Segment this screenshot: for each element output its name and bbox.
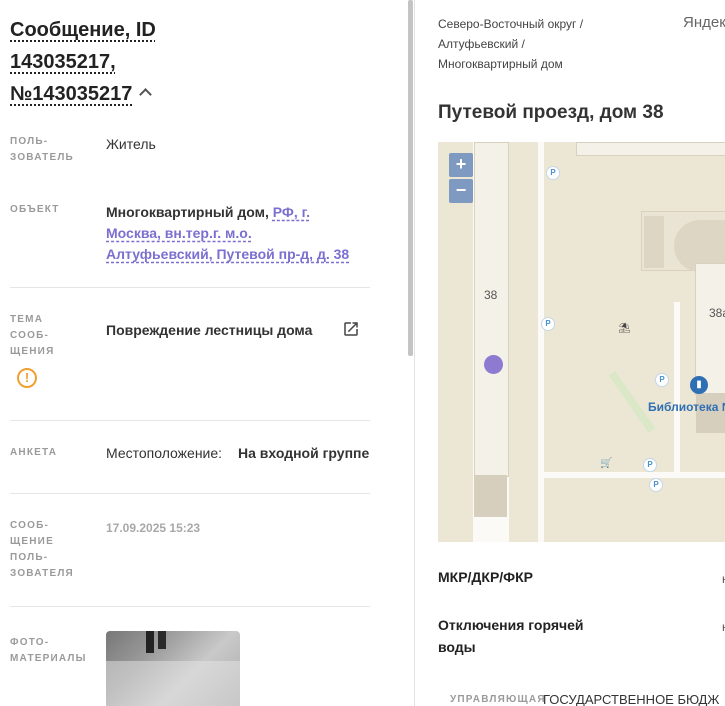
user-value: Житель (106, 136, 156, 152)
location-panel: Северо-Восточный округ / Алтуфьевский / … (415, 0, 725, 706)
topic-label-3: ЩЕНИЯ (10, 346, 55, 357)
map-building-block (474, 475, 507, 517)
photo-figure-leg (158, 631, 166, 649)
survey-value-text: На входной группе (238, 445, 370, 461)
topic-label: ТЕМА СООБ- ЩЕНИЯ (10, 312, 54, 360)
survey-label: АНКЕТА (10, 447, 58, 458)
user-label: ПОЛЬ- ЗОВАТЕЛЬ (10, 134, 74, 166)
topic-value-text: Повреждение лестницы дома (106, 322, 313, 338)
title-line-3: №143035217 (10, 83, 133, 105)
zoom-in-button[interactable]: + (449, 153, 473, 177)
map-road (674, 302, 680, 474)
usermsg-label-4: ЗОВАТЕЛЯ (10, 568, 74, 579)
location-marker[interactable] (484, 355, 503, 374)
user-label-2: ЗОВАТЕЛЬ (10, 152, 74, 163)
external-link-icon[interactable] (342, 320, 360, 338)
map-library-label[interactable]: Библиотека № (648, 400, 725, 414)
parking-icon[interactable]: P (541, 317, 555, 331)
scrollbar[interactable] (408, 0, 413, 356)
topic-value: Повреждение лестницы дома (106, 320, 312, 341)
map-label-38: 38 (484, 288, 498, 302)
photo-thumbnail[interactable] (106, 631, 240, 706)
page-title: Сообщение, ID 143035217, №143035217 (10, 14, 200, 110)
object-value: Многоквартирный дом, РФ, г. Москва, вн.т… (106, 202, 361, 265)
title-line-2: 143035217, (10, 51, 116, 73)
photo-label-1: ФОТО- (10, 637, 50, 648)
map-building-38[interactable] (474, 142, 509, 477)
usermsg-label-1: СООБ- (10, 520, 50, 531)
topic-label-2: СООБ- (10, 330, 50, 341)
management-label: УПРАВЛЯЮЩАЯ (450, 694, 546, 705)
divider (10, 287, 370, 288)
topic-label-1: ТЕМА (10, 314, 44, 325)
photo-label: ФОТО- МАТЕРИАЛЫ (10, 635, 87, 667)
address-title: Путевой проезд, дом 38 (438, 102, 664, 123)
warning-icon: ! (17, 368, 37, 388)
map-road (538, 472, 725, 478)
usermsg-label-2: ЩЕНИЕ (10, 536, 54, 547)
breadcrumb-district[interactable]: Северо-Восточный округ / (438, 17, 583, 31)
title-line-1: Сообщение, ID (10, 19, 156, 41)
breadcrumb-area[interactable]: Алтуфьевский / (438, 37, 525, 51)
map[interactable]: + − 38 38а P P P P P ⛱ 🛒 ▮ Библиотека № (438, 142, 725, 542)
survey-value: На входной группе (238, 443, 369, 464)
user-message-label: СООБ- ЩЕНИЕ ПОЛЬ- ЗОВАТЕЛЯ (10, 518, 74, 582)
breadcrumb: Северо-Восточный округ / Алтуфьевский / … (438, 14, 583, 74)
usermsg-label-3: ПОЛЬ- (10, 552, 49, 563)
map-road (538, 142, 544, 542)
object-label: ОБЪЕКТ (10, 204, 60, 215)
message-panel: Сообщение, ID 143035217, №143035217 ПОЛЬ… (0, 0, 408, 706)
pavilion-icon[interactable]: ⛱ (618, 324, 631, 334)
mkr-label: МКР/ДКР/ФКР (438, 569, 534, 585)
object-prefix: Многоквартирный дом, (106, 204, 269, 220)
photo-floor (106, 661, 240, 706)
survey-key: Местоположение: (106, 445, 223, 461)
yandex-link[interactable]: Яндекс (683, 14, 725, 31)
photo-figure-leg (146, 631, 154, 653)
management-value: ГОСУДАРСТВЕННОЕ БЮДЖ (543, 692, 720, 706)
shop-icon[interactable]: 🛒 (600, 459, 612, 469)
map-building-part (644, 216, 664, 268)
parking-icon[interactable]: P (655, 373, 669, 387)
breadcrumb-type[interactable]: Многоквартирный дом (438, 57, 563, 71)
parking-icon[interactable]: P (546, 166, 560, 180)
parking-icon[interactable]: P (649, 478, 663, 492)
divider (10, 420, 370, 421)
zoom-out-button[interactable]: − (449, 179, 473, 203)
map-building (576, 142, 725, 156)
user-label-1: ПОЛЬ- (10, 136, 49, 147)
chevron-up-icon[interactable] (139, 88, 153, 101)
photo-label-2: МАТЕРИАЛЫ (10, 653, 87, 664)
user-message-timestamp: 17.09.2025 15:23 (106, 521, 201, 535)
map-label-38a: 38а (709, 306, 725, 320)
divider (10, 493, 370, 494)
hot-water-label: Отключения горячей воды (438, 617, 584, 655)
divider (10, 606, 370, 607)
parking-icon[interactable]: P (643, 458, 657, 472)
library-icon[interactable]: ▮ (690, 376, 708, 394)
